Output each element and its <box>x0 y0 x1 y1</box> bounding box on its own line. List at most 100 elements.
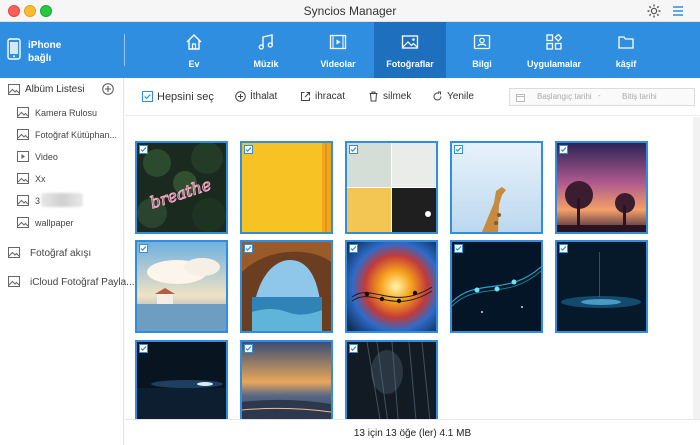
checkmark-icon <box>140 346 147 351</box>
album-label: Xx <box>35 174 46 184</box>
trash-icon <box>369 91 378 102</box>
photo-thumbnail[interactable]: breathe <box>135 141 228 234</box>
photo-image <box>557 143 646 232</box>
photo-image: breathe <box>137 143 226 232</box>
album-label: Video <box>35 152 58 162</box>
tab-explorer[interactable]: kâşif <box>590 22 662 78</box>
photo-checkbox[interactable] <box>244 344 253 353</box>
photo-checkbox[interactable] <box>559 244 568 253</box>
album-item[interactable]: wallpaper <box>0 212 124 234</box>
photo-checkbox[interactable] <box>454 145 463 154</box>
photo-checkbox[interactable] <box>244 244 253 253</box>
menu-icon[interactable] <box>670 3 686 19</box>
photo-thumbnail[interactable] <box>345 141 438 234</box>
refresh-icon <box>433 91 442 101</box>
start-date-input[interactable]: Başlangıç tarihi <box>537 92 592 101</box>
export-label: ihracat <box>315 91 346 102</box>
tab-label: Müzik <box>253 59 279 69</box>
tab-videos[interactable]: Videolar <box>302 22 374 78</box>
music-icon <box>258 34 273 50</box>
checkmark-icon <box>140 246 147 251</box>
photo-image <box>347 143 436 232</box>
photo-thumbnail[interactable] <box>240 240 333 333</box>
photo-image <box>242 342 331 431</box>
checkbox-box <box>142 91 153 102</box>
checkmark-icon <box>350 147 357 152</box>
album-icon <box>17 217 29 228</box>
redacted-text <box>41 193 83 207</box>
photo-checkbox[interactable] <box>139 244 148 253</box>
photo-thumbnail[interactable] <box>450 141 543 234</box>
tab-label: Ev <box>188 59 200 69</box>
album-list-title: Albüm Listesi <box>25 84 85 95</box>
album-icon <box>17 173 29 184</box>
photo-checkbox[interactable] <box>559 145 568 154</box>
apps-icon <box>546 33 563 50</box>
photo-checkbox[interactable] <box>349 145 358 154</box>
checkmark-icon <box>245 246 252 251</box>
album-item[interactable]: Kamera Rulosu <box>0 102 124 124</box>
delete-label: silmek <box>383 91 412 102</box>
album-list-header[interactable]: Albüm Listesi <box>0 78 124 102</box>
photo-image <box>242 143 331 232</box>
nav-divider <box>124 34 125 66</box>
album-item[interactable]: Xx <box>0 168 124 190</box>
checkmark-icon <box>560 246 567 251</box>
tab-label: Videolar <box>320 59 356 69</box>
photo-image <box>137 342 226 431</box>
photostream-icon <box>8 247 20 258</box>
folder-icon <box>618 36 634 49</box>
scrollbar[interactable] <box>693 117 700 419</box>
tab-home[interactable]: Ev <box>158 22 230 78</box>
video-album-icon <box>17 151 29 162</box>
photo-thumbnail[interactable] <box>555 141 648 234</box>
selection-status: 13 için 13 öğe (ler) 4.1 MB <box>353 428 472 439</box>
home-icon <box>186 34 202 50</box>
photo-thumbnail[interactable] <box>555 240 648 333</box>
tab-label: kâşif <box>615 59 637 69</box>
add-album-icon[interactable] <box>102 83 114 95</box>
photo-toolbar: Hepsini seç İthalat ihracat silmek Yenil… <box>125 78 700 116</box>
photo-checkbox[interactable] <box>139 344 148 353</box>
album-item[interactable]: Fotoğraf Kütüphan... <box>0 124 124 146</box>
photo-checkbox[interactable] <box>244 145 253 154</box>
title-bar: Syncios Manager <box>0 0 700 22</box>
photostream-group[interactable]: Fotoğraf akışı <box>0 242 124 264</box>
tab-label: Uygulamalar <box>526 59 582 69</box>
add-circle-icon <box>235 91 246 102</box>
import-label: İthalat <box>250 91 278 102</box>
window-title: Syncios Manager <box>303 4 397 18</box>
device-panel[interactable]: iPhone bağlı <box>0 22 124 78</box>
photo-thumbnail[interactable] <box>240 141 333 234</box>
tab-info[interactable]: Bilgi <box>446 22 518 78</box>
tab-apps[interactable]: Uygulamalar <box>518 22 590 78</box>
tab-photos[interactable]: Fotoğraflar <box>374 22 446 78</box>
album-label: wallpaper <box>35 218 74 228</box>
date-range-filter[interactable]: Başlangıç tarihi - Bitiş tarihi <box>509 88 695 106</box>
album-label: Fotoğraf Kütüphan... <box>35 130 118 140</box>
photo-checkbox[interactable] <box>139 145 148 154</box>
tab-music[interactable]: Müzik <box>230 22 302 78</box>
album-label: Kamera Rulosu <box>35 108 98 118</box>
album-label: 3 <box>35 196 41 206</box>
icloud-share-icon <box>8 276 20 287</box>
album-list-icon <box>8 84 20 95</box>
photo-image <box>347 342 436 431</box>
photo-thumbnail[interactable] <box>450 240 543 333</box>
album-item[interactable]: 3 <box>0 190 124 212</box>
checkmark-icon <box>455 147 462 152</box>
photo-checkbox[interactable] <box>349 344 358 353</box>
end-date-input[interactable]: Bitiş tarihi <box>622 92 657 101</box>
photo-thumbnail[interactable] <box>345 240 438 333</box>
album-item[interactable]: Video <box>0 146 124 168</box>
photo-thumbnail[interactable] <box>135 240 228 333</box>
tab-label: Fotoğraflar <box>386 59 434 69</box>
gear-icon[interactable] <box>646 3 662 19</box>
icloud-share-group[interactable]: iCloud Fotoğraf Payla... <box>0 271 135 293</box>
photo-checkbox[interactable] <box>454 244 463 253</box>
album-icon <box>17 129 29 140</box>
checkmark-icon <box>350 346 357 351</box>
photo-checkbox[interactable] <box>349 244 358 253</box>
checkmark-icon <box>560 147 567 152</box>
album-icon <box>17 195 29 206</box>
